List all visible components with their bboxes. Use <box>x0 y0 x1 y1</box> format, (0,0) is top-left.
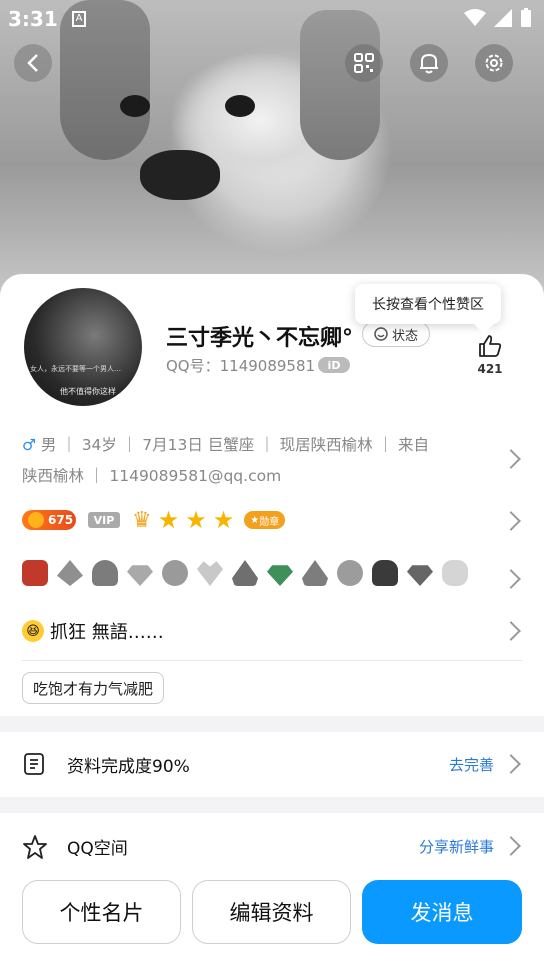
game-icons-row[interactable] <box>22 560 468 586</box>
state-label: 状态 <box>391 328 418 344</box>
laughing-emoji-icon: 😆 <box>22 620 44 642</box>
divider <box>22 660 522 661</box>
document-icon <box>24 753 44 775</box>
avatar-caption: 女人，永远不要等一个男人… <box>30 365 121 373</box>
profile-completion-row[interactable]: 资料完成度90% 去完善 <box>0 732 544 796</box>
section-gap <box>0 716 544 732</box>
diamond-icon <box>407 565 433 586</box>
profile-card-button[interactable]: 个性名片 <box>22 880 181 944</box>
game-icon <box>372 560 398 586</box>
thumbs-up-icon <box>479 335 502 357</box>
personal-tag[interactable]: 吃饱才有力气减肥 <box>22 672 165 704</box>
settings-button[interactable] <box>475 44 513 82</box>
game-icon <box>302 560 328 586</box>
share-news-link[interactable]: 分享新鲜事 <box>419 836 494 857</box>
like-count: 421 <box>477 362 503 376</box>
cover-dog-nose <box>140 150 220 200</box>
gear-icon <box>485 54 503 72</box>
wifi-icon <box>464 9 486 26</box>
complete-link[interactable]: 去完善 <box>449 754 494 775</box>
info-line-1: 男 ｜ 34岁 ｜ 7月13日 巨蟹座 ｜ 现居陕西榆林 ｜ 来自 <box>40 436 429 454</box>
battery-icon <box>521 8 531 27</box>
signature-text: 抓狂 無語…… <box>50 622 164 643</box>
state-button[interactable]: 状态 <box>362 321 430 347</box>
medal-badge: ★ 勋章 <box>244 511 286 529</box>
profile-info[interactable]: ♂ 男 ｜ 34岁 ｜ 7月13日 巨蟹座 ｜ 现居陕西榆林 ｜ 来自 陕西榆林… <box>22 430 472 492</box>
id-badge-label: iD <box>327 358 341 372</box>
notification-icon: A <box>72 11 86 27</box>
cover-dog-eye <box>225 95 255 117</box>
id-badge[interactable]: iD <box>318 357 350 373</box>
heart-icon <box>197 561 223 586</box>
back-button[interactable] <box>14 44 52 82</box>
star-icon: ★ <box>157 506 180 534</box>
game-icon <box>232 560 258 586</box>
chevron-right-icon <box>501 754 521 774</box>
section-gap <box>0 797 544 813</box>
gender-icon: ♂ <box>22 436 36 454</box>
qrcode-button[interactable] <box>345 44 383 82</box>
level-badge: 675 <box>22 510 76 530</box>
like-tooltip: 长按查看个性赞区 <box>355 284 501 324</box>
status-bar: 3:31 A <box>0 0 544 38</box>
nickname: 三寸季光丶不忘卿° <box>166 326 354 351</box>
bell-icon <box>420 53 438 74</box>
qzone-star-icon <box>23 835 47 859</box>
chevron-right-icon <box>501 836 521 856</box>
star-icon: ★ <box>212 506 235 534</box>
qq-number: QQ号：1149089581 <box>166 357 316 375</box>
signal-icon <box>494 9 512 27</box>
signature[interactable]: 😆 抓狂 無語…… <box>22 618 164 644</box>
status-time: 3:31 <box>8 7 58 31</box>
qzone-row[interactable]: QQ空间 分享新鲜事 <box>0 814 544 878</box>
avatar[interactable]: 女人，永远不要等一个男人… 他不值得你这样 <box>22 286 144 408</box>
play-icon <box>337 560 363 586</box>
diamond-icon <box>127 565 153 586</box>
info-line-2: 陕西榆林 ｜ 1149089581@qq.com <box>22 467 282 485</box>
game-icon <box>92 560 118 586</box>
cover-photo[interactable] <box>0 0 544 300</box>
back-arrow-icon <box>27 54 38 72</box>
badge-row[interactable]: 675 VIP ♛ ★ ★ ★ ★ 勋章 <box>22 506 286 534</box>
crown-icon: ♛ <box>132 507 152 533</box>
medal-label: 勋章 <box>259 516 280 528</box>
state-icon <box>374 327 388 341</box>
status-icons <box>464 8 532 28</box>
star-icon: ★ <box>185 506 207 534</box>
send-message-button[interactable]: 发消息 <box>362 880 522 944</box>
bomb-icon <box>162 560 188 586</box>
cover-dog-eye <box>120 95 150 117</box>
qzone-label: QQ空间 <box>67 839 128 859</box>
qrcode-icon <box>354 53 374 73</box>
game-icon <box>22 560 48 586</box>
cloud-icon <box>442 560 468 586</box>
vip-badge: VIP <box>88 512 120 528</box>
coin-icon <box>28 512 44 528</box>
level-value: 675 <box>48 513 74 527</box>
diamond-icon <box>57 560 83 586</box>
avatar-caption: 他不值得你这样 <box>60 387 116 396</box>
edit-profile-button[interactable]: 编辑资料 <box>192 880 351 944</box>
diamond-icon <box>267 565 293 586</box>
completion-label: 资料完成度90% <box>67 757 190 777</box>
notification-button[interactable] <box>410 44 448 82</box>
like-button[interactable] <box>472 334 508 362</box>
